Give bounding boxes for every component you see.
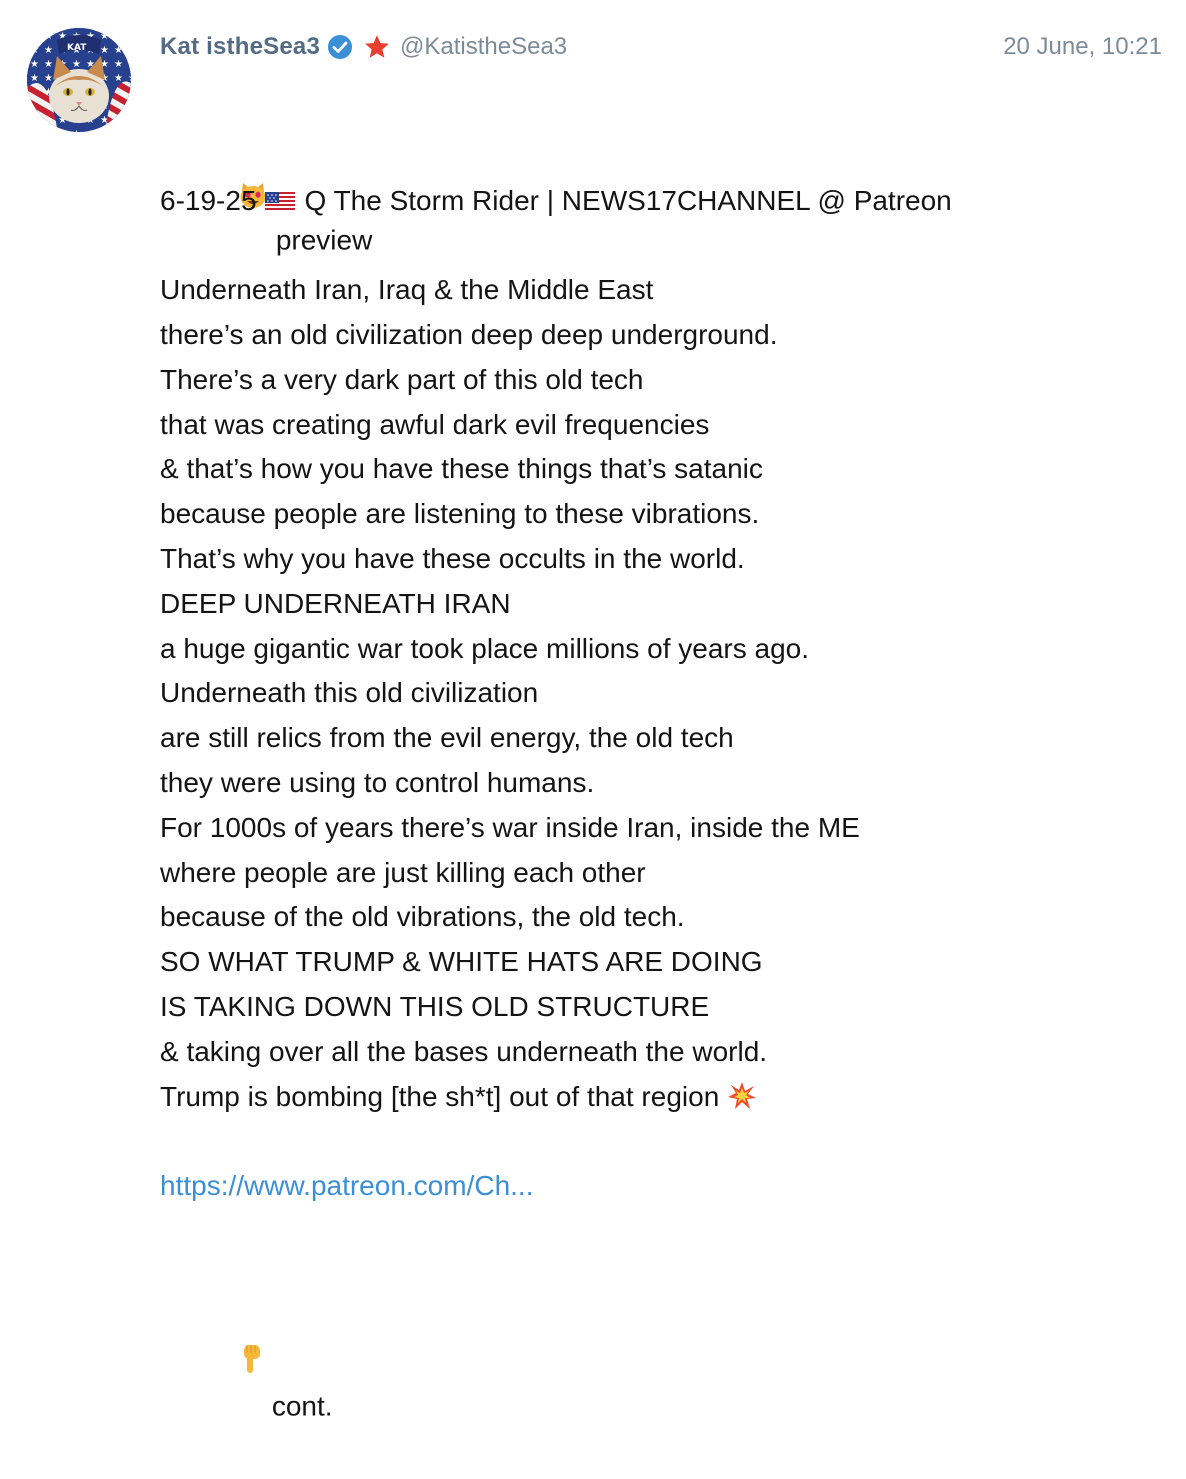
body-line: because of the old vibrations, the old t… <box>160 901 685 933</box>
body-line-text: Trump is bombing [the sh*t] out of that … <box>160 1080 720 1112</box>
pointing-down-emoji <box>191 1299 264 1434</box>
title-date: 6-19-25 <box>160 184 257 216</box>
post-header: Kat istheSea3 @KatistheSea3 20 June, 10:… <box>160 30 1162 64</box>
body-line: & that’s how you have these things that’… <box>160 453 763 485</box>
patreon-link[interactable]: https://www.patreon.com/Ch... <box>160 1170 534 1201</box>
body-line: There’s a very dark part of this old tec… <box>160 363 644 395</box>
body-line: SO WHAT TRUMP & WHITE HATS ARE DOING <box>160 946 763 978</box>
collision-emoji <box>727 1080 757 1125</box>
cont-line: cont. <box>160 1254 1160 1421</box>
us-flag-icon <box>264 181 295 226</box>
preview-line: preview <box>160 89 1160 255</box>
body-line: IS TAKING DOWN THIS OLD STRUCTURE <box>160 990 710 1022</box>
body-line: DEEP UNDERNEATH IRAN <box>160 587 511 619</box>
cont-label: cont. <box>271 1390 333 1422</box>
body-line: they were using to control humans. <box>160 766 595 798</box>
post-timestamp[interactable]: 20 June, 10:21 <box>1003 33 1162 61</box>
body-line: For 1000s of years there’s war inside Ir… <box>160 811 860 843</box>
body-line: Underneath this old civilization <box>160 677 539 709</box>
body-line: because people are listening to these vi… <box>160 498 760 530</box>
post-content: preview 6-19-25 Q The Storm Rider | NEWS1… <box>160 89 1160 1421</box>
title-text: Q The Storm Rider | NEWS17CHANNEL @ Patr… <box>304 184 952 216</box>
author-avatar[interactable]: ★ KAT <box>27 28 131 132</box>
body-line: that was creating awful dark evil freque… <box>160 408 710 440</box>
star-icon <box>363 33 391 61</box>
body-line: a huge gigantic war took place millions … <box>160 632 810 664</box>
svg-text:KAT: KAT <box>67 43 87 53</box>
post-title-line: 6-19-25 Q The Storm Rider | NEWS17CHANNEL… <box>160 179 1160 224</box>
body-line: are still relics from the evil energy, t… <box>160 722 734 754</box>
body-line: there’s an old civilization deep deep un… <box>160 318 778 350</box>
body-line: That’s why you have these occults in the… <box>160 542 745 574</box>
author-name[interactable]: Kat istheSea3 <box>160 33 320 61</box>
body-line-last: Trump is bombing [the sh*t] out of that … <box>160 1075 1160 1120</box>
body-line: Underneath Iran, Iraq & the Middle East <box>160 274 654 306</box>
preview-label: preview <box>275 224 373 256</box>
body-line: where people are just killing each other <box>160 856 646 888</box>
author-handle[interactable]: @KatistheSea3 <box>400 33 567 61</box>
body-line: & taking over all the bases underneath t… <box>160 1035 768 1067</box>
verified-badge-icon <box>327 34 353 60</box>
